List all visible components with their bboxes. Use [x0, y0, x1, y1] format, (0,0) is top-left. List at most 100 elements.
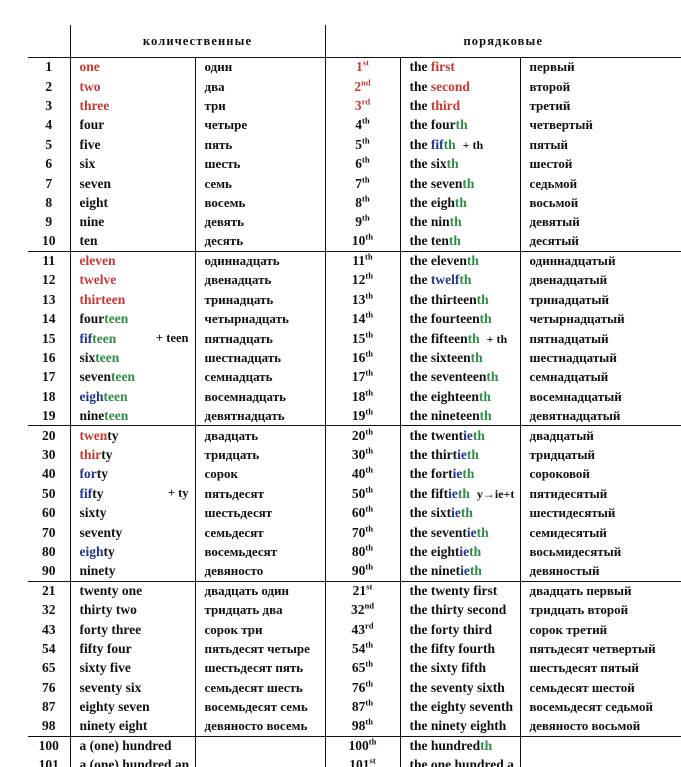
ordinal-suffix: th: [365, 484, 374, 495]
ordinal-word: the seventieth: [399, 522, 520, 543]
word-segment: the fort: [409, 466, 453, 482]
ordinal-word: the thirteenth: [399, 290, 520, 310]
word-segment: the fifty fourth: [409, 640, 495, 656]
ordinal-numeral: 20th: [324, 425, 400, 446]
ordinal-suffix: th: [365, 503, 374, 514]
cardinal-word: eighty seven: [69, 697, 195, 717]
word-segment: th: [455, 117, 468, 133]
ordinal-numeral: 15th: [324, 328, 400, 349]
word-segment: the thirt: [409, 447, 458, 462]
ordinal-word: the seventh: [399, 173, 520, 194]
word-segment: a (one) hundred and one: [79, 757, 189, 767]
cardinal-word: ninety eight: [69, 716, 195, 737]
ordinal-russian: одиннадцатый: [519, 251, 681, 271]
ordinal-russian: тридцатый: [519, 445, 681, 465]
ordinal-word: the one hundred and first: [399, 755, 520, 767]
ordinal-numeral: 70th: [324, 522, 400, 543]
ordinal-suffix: th: [365, 678, 374, 689]
ordinal-russian: тридцать второй: [519, 600, 681, 620]
cardinal-word: a (one) hundred and one: [69, 755, 195, 767]
ordinal-word: the nineteenth: [399, 406, 520, 427]
word-segment: four: [79, 311, 105, 327]
word-segment: thirty two: [79, 602, 137, 618]
ordinal-numeral: 5th: [324, 135, 400, 155]
cardinal-word: fifty four: [69, 639, 195, 659]
word-segment: eigh: [79, 543, 104, 559]
cardinal-word: seventeen: [69, 367, 195, 388]
cardinal-numeral: 100: [38, 738, 59, 754]
word-segment: th: [449, 214, 462, 230]
ordinal-numeral: 40th: [324, 464, 400, 485]
cardinal-numeral: 6: [45, 156, 53, 172]
ordinal-numeral: 13th: [324, 290, 400, 310]
cardinal-word: twelve: [69, 270, 195, 291]
word-segment: ie: [460, 563, 470, 579]
ordinal-word: the eighty seventh: [399, 697, 520, 717]
cardinal-numeral: 13: [42, 291, 56, 307]
english-numbers-table: количественные порядковые 1 one один 1st the…: [28, 25, 681, 767]
cardinal-numeral: 80: [42, 543, 56, 559]
cardinal-word: five: [69, 135, 195, 155]
ordinal-word: the eleventh: [399, 251, 520, 271]
table-row: 8 eight восемь 8th the eighth восьмой: [28, 193, 681, 213]
word-segment: eleven: [79, 253, 116, 269]
ordinal-russian: первый: [519, 57, 681, 77]
cardinal-russian: семь: [194, 173, 325, 194]
word-segment: ie: [451, 505, 461, 521]
cardinal-russian: одиннадцать: [194, 251, 325, 271]
ordinal-russian: пятьдесят четвертый: [519, 639, 681, 659]
word-segment: four: [79, 117, 105, 133]
cardinal-word: eighty: [69, 542, 195, 562]
table-row: 12 twelve двенадцать 12th the twelfth двенадц…: [28, 270, 681, 291]
word-segment: the: [409, 59, 431, 75]
table-row: 7 seven семь 7th the seventh седьмой: [28, 173, 681, 194]
ordinal-suffix: th: [365, 406, 374, 417]
ordinal-numeral: 100th: [324, 736, 400, 756]
ordinal-russian: второй: [519, 76, 681, 97]
cardinal-rule-note: + teen: [156, 330, 189, 345]
ordinal-suffix: th: [362, 154, 370, 165]
cardinal-word: nine: [69, 212, 195, 233]
word-segment: three: [79, 97, 110, 113]
cardinal-numeral: 8: [45, 194, 53, 210]
ordinal-russian: седьмой: [519, 173, 681, 194]
ordinal-russian: девятый: [519, 212, 681, 233]
ordinal-suffix: nd: [364, 600, 375, 611]
cardinal-word: eleven: [69, 251, 195, 271]
ordinal-suffix: th: [362, 212, 370, 223]
cardinal-russian: два: [194, 76, 325, 97]
ordinal-suffix: th: [362, 115, 370, 126]
word-segment: ninety: [79, 563, 116, 579]
word-segment: ty: [107, 427, 119, 443]
word-segment: the fourteen: [409, 311, 480, 327]
cardinal-word: fourteen: [69, 309, 195, 329]
table-row: 14 fourteen четырнадцать 14th the fourteenth…: [28, 309, 681, 329]
cardinal-numeral: 98: [28, 716, 70, 737]
cardinal-numeral: 18: [42, 388, 56, 404]
cardinal-word: four: [69, 115, 195, 136]
cardinal-numeral: 32: [42, 602, 56, 618]
word-segment: twelf: [430, 272, 460, 288]
cardinal-russian: семнадцать: [194, 367, 325, 388]
word-segment: the eighty seventh: [409, 699, 514, 715]
ordinal-suffix: th: [365, 639, 374, 650]
table-header: количественные порядковые: [28, 25, 681, 58]
cardinal-russian: шестнадцать: [194, 348, 325, 368]
ordinal-word: the thirtieth: [399, 445, 520, 465]
ordinal-russian: девяностый: [519, 561, 681, 582]
word-segment: second: [430, 78, 470, 94]
table-row: 100 a (one) hundred 100th the hundredth: [28, 736, 681, 756]
word-segment: eigh: [79, 388, 104, 404]
table-row: 101a (one) hundred and one101stthe one h…: [28, 755, 681, 767]
word-segment: seven: [79, 175, 112, 191]
cardinal-numeral: 1: [45, 59, 53, 75]
word-segment: eighty seven: [79, 699, 150, 715]
table-row: 98 ninety eight девяносто восемь 98th the ni…: [28, 716, 681, 737]
ordinal-word: the fifty fourth: [399, 639, 520, 659]
ordinal-suffix: th: [365, 445, 374, 456]
ordinal-russian: сороковой: [519, 464, 681, 485]
cardinal-russian: восемнадцать: [194, 387, 325, 407]
cardinal-russian: шесть: [194, 154, 325, 174]
table-row: 9 nine девять 9th the ninth девятый: [28, 212, 681, 233]
ordinal-russian: девятнадцатый: [519, 406, 681, 427]
